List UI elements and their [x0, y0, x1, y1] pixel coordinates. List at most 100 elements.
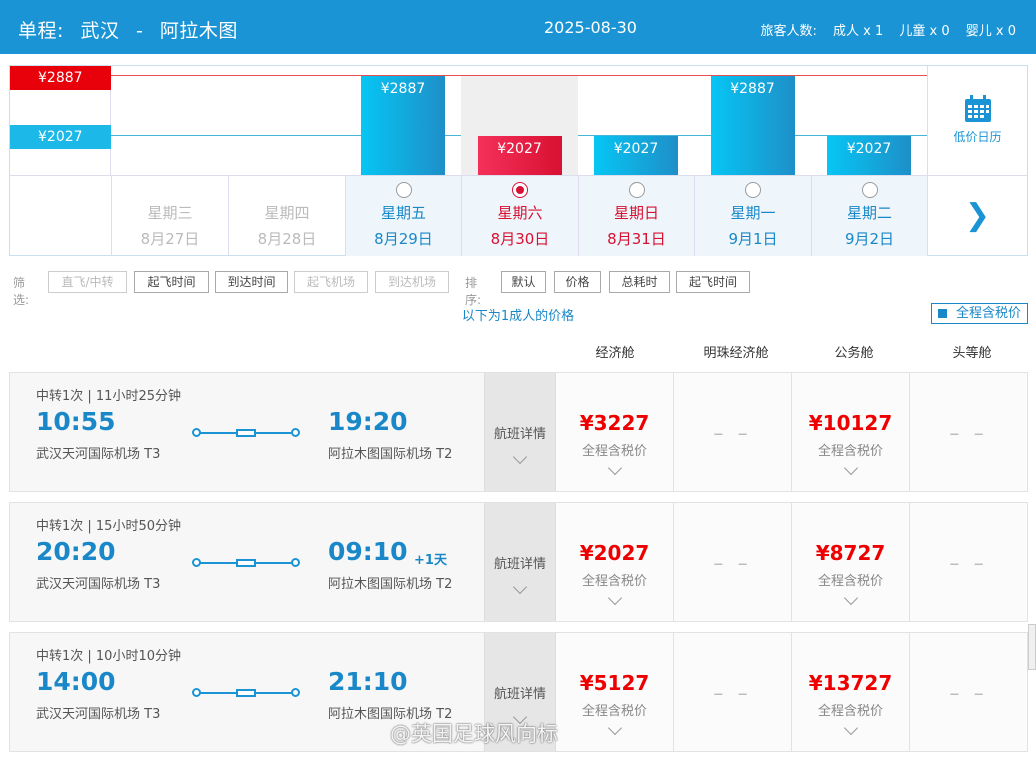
- low-price-calendar-button[interactable]: 低价日历: [927, 66, 1027, 175]
- tax-note: 全程含税价: [581, 444, 647, 459]
- date-label: 8月29日: [374, 230, 433, 248]
- travel-date: 2025-08-30: [544, 18, 637, 37]
- premium-economy-cell: – –: [674, 373, 792, 491]
- scrollbar-edge[interactable]: [1028, 624, 1036, 670]
- weekday-label: 星期六: [497, 204, 543, 222]
- tax-note: 全程含税价: [581, 704, 647, 719]
- chevron-down-icon: [843, 460, 858, 476]
- unavailable-mark: – –: [949, 421, 988, 445]
- price-bar[interactable]: ¥2027: [827, 136, 911, 175]
- date-cell-5[interactable]: 星期一 9月1日: [694, 176, 811, 256]
- date-radio[interactable]: [512, 182, 528, 198]
- flight-row[interactable]: 中转1次 | 11小时25分钟 10:55 武汉天河国际机场 T3 19:20 阿拉木图…: [9, 372, 1028, 492]
- weekday-label: 星期一: [730, 204, 776, 222]
- economy-price: ¥3227: [579, 411, 650, 435]
- price-scale: ¥2887 ¥2027: [10, 66, 111, 175]
- infant-count: 婴儿 x 0: [965, 24, 1016, 39]
- arr-airport-filter[interactable]: 到达机场: [375, 271, 449, 293]
- date-label: 8月28日: [257, 230, 317, 248]
- sort-price[interactable]: 价格: [554, 271, 601, 293]
- arrival-time: 19:20: [328, 407, 408, 436]
- date-radio[interactable]: [628, 182, 645, 198]
- price-bar[interactable]: ¥2887: [710, 76, 795, 175]
- business-price-cell[interactable]: ¥10127 全程含税价: [792, 373, 910, 491]
- economy-price: ¥5127: [579, 671, 650, 695]
- economy-price: ¥2027: [579, 541, 650, 565]
- dep-time-filter[interactable]: 起飞时间: [134, 271, 209, 293]
- date-radio[interactable]: [861, 182, 878, 198]
- economy-price-cell[interactable]: ¥2027 全程含税价: [556, 503, 674, 621]
- price-bar-chart: ¥2887 ¥2027 ¥2027 ¥2887 ¥2027: [111, 66, 928, 203]
- route-line-icon: [192, 558, 300, 567]
- chevron-down-icon: [607, 590, 622, 606]
- date-selector: ❯ 星期三 8月27日 星期四 8月28日 星期五 8月29日 星期六 8月30日 星期日 8月3…: [10, 175, 1027, 256]
- trip-header: 单程: 武汉 - 阿拉木图 2025-08-30 旅客人数: 成人 x 1 儿童…: [0, 0, 1036, 54]
- date-radio[interactable]: [745, 182, 761, 198]
- watermark: @英国足球风向标: [390, 722, 558, 746]
- tax-inclusive-toggle[interactable]: 全程含税价: [931, 303, 1028, 324]
- departure-time: 20:20: [36, 537, 116, 566]
- business-price-cell[interactable]: ¥8727 全程含税价: [792, 503, 910, 621]
- premium-economy-cell: – –: [674, 503, 792, 621]
- sort-label: 排序:: [465, 276, 482, 307]
- flight-summary: 中转1次 | 11小时25分钟: [36, 389, 181, 404]
- flight-detail-label: 航班详情: [493, 427, 546, 442]
- unavailable-mark: – –: [949, 551, 988, 575]
- chevron-down-icon: [843, 590, 858, 606]
- price-bar[interactable]: ¥2027: [594, 136, 678, 175]
- business-price: ¥13727: [808, 671, 893, 695]
- date-cell-6[interactable]: 星期二 9月2日: [811, 176, 927, 256]
- weekday-label: 星期五: [380, 204, 426, 222]
- sort-default[interactable]: 默认: [501, 271, 546, 293]
- arrival-airport: 阿拉木图国际机场 T2: [328, 447, 453, 462]
- sort-dep-time[interactable]: 起飞时间: [676, 271, 750, 293]
- weekday-label: 星期三: [147, 204, 193, 222]
- chevron-down-icon: [607, 460, 622, 476]
- unavailable-mark: – –: [713, 681, 752, 705]
- date-cell-3[interactable]: 星期六 8月30日: [461, 176, 578, 256]
- arrival-airport: 阿拉木图国际机场 T2: [328, 577, 453, 592]
- passenger-count: 旅客人数: 成人 x 1 儿童 x 0 婴儿 x 0: [748, 20, 1016, 39]
- next-week-button[interactable]: ❯: [927, 176, 1027, 256]
- sort-duration[interactable]: 总耗时: [609, 271, 670, 293]
- route-summary: 单程: 武汉 - 阿拉木图: [18, 16, 248, 43]
- unavailable-mark: – –: [713, 421, 752, 445]
- first-class-cell: – –: [910, 503, 1028, 621]
- date-cell-0: 星期三 8月27日: [111, 176, 228, 256]
- chevron-down-icon: [843, 720, 858, 736]
- flight-summary: 中转1次 | 15小时50分钟: [36, 519, 181, 534]
- date-cell-2[interactable]: 星期五 8月29日: [345, 176, 461, 256]
- date-radio[interactable]: [395, 182, 412, 198]
- flight-detail-label: 航班详情: [493, 687, 546, 702]
- departure-time: 14:00: [36, 667, 116, 696]
- col-premium-economy: 明珠经济舱: [703, 346, 769, 361]
- col-business: 公务舱: [834, 346, 874, 361]
- date-cell-4[interactable]: 星期日 8月31日: [578, 176, 694, 256]
- arrival-time: 09:10: [328, 537, 408, 566]
- price-bar[interactable]: ¥2027: [477, 136, 562, 175]
- route-dash: -: [136, 20, 144, 42]
- arr-time-filter[interactable]: 到达时间: [215, 271, 288, 293]
- economy-price-cell[interactable]: ¥5127 全程含税价: [556, 633, 674, 751]
- flight-row[interactable]: 中转1次 | 15小时50分钟 20:20 武汉天河国际机场 T3 09:10 +1天阿…: [9, 502, 1028, 622]
- business-price: ¥8727: [815, 541, 886, 565]
- low-price-calendar-label: 低价日历: [953, 130, 1002, 144]
- tax-note: 全程含税价: [817, 444, 883, 459]
- date-label: 9月2日: [844, 230, 895, 248]
- route-line-icon: [192, 428, 300, 437]
- tax-note: 全程含税价: [817, 704, 883, 719]
- premium-economy-cell: – –: [674, 633, 792, 751]
- business-price-cell[interactable]: ¥13727 全程含税价: [792, 633, 910, 751]
- economy-price-cell[interactable]: ¥3227 全程含税价: [556, 373, 674, 491]
- flight-detail-button[interactable]: 航班详情: [484, 503, 556, 621]
- departure-time: 10:55: [36, 407, 116, 436]
- filter-label: 筛选:: [13, 276, 30, 307]
- weekday-label: 星期日: [613, 204, 659, 222]
- min-price-tag: ¥2027: [10, 125, 111, 149]
- price-bar[interactable]: ¥2887: [361, 76, 445, 175]
- dep-airport-filter[interactable]: 起飞机场: [294, 271, 368, 293]
- direct-transfer-filter[interactable]: 直飞/中转: [48, 271, 127, 293]
- flight-summary: 中转1次 | 10小时10分钟: [36, 649, 181, 664]
- first-class-cell: – –: [910, 373, 1028, 491]
- flight-detail-button[interactable]: 航班详情: [484, 373, 556, 491]
